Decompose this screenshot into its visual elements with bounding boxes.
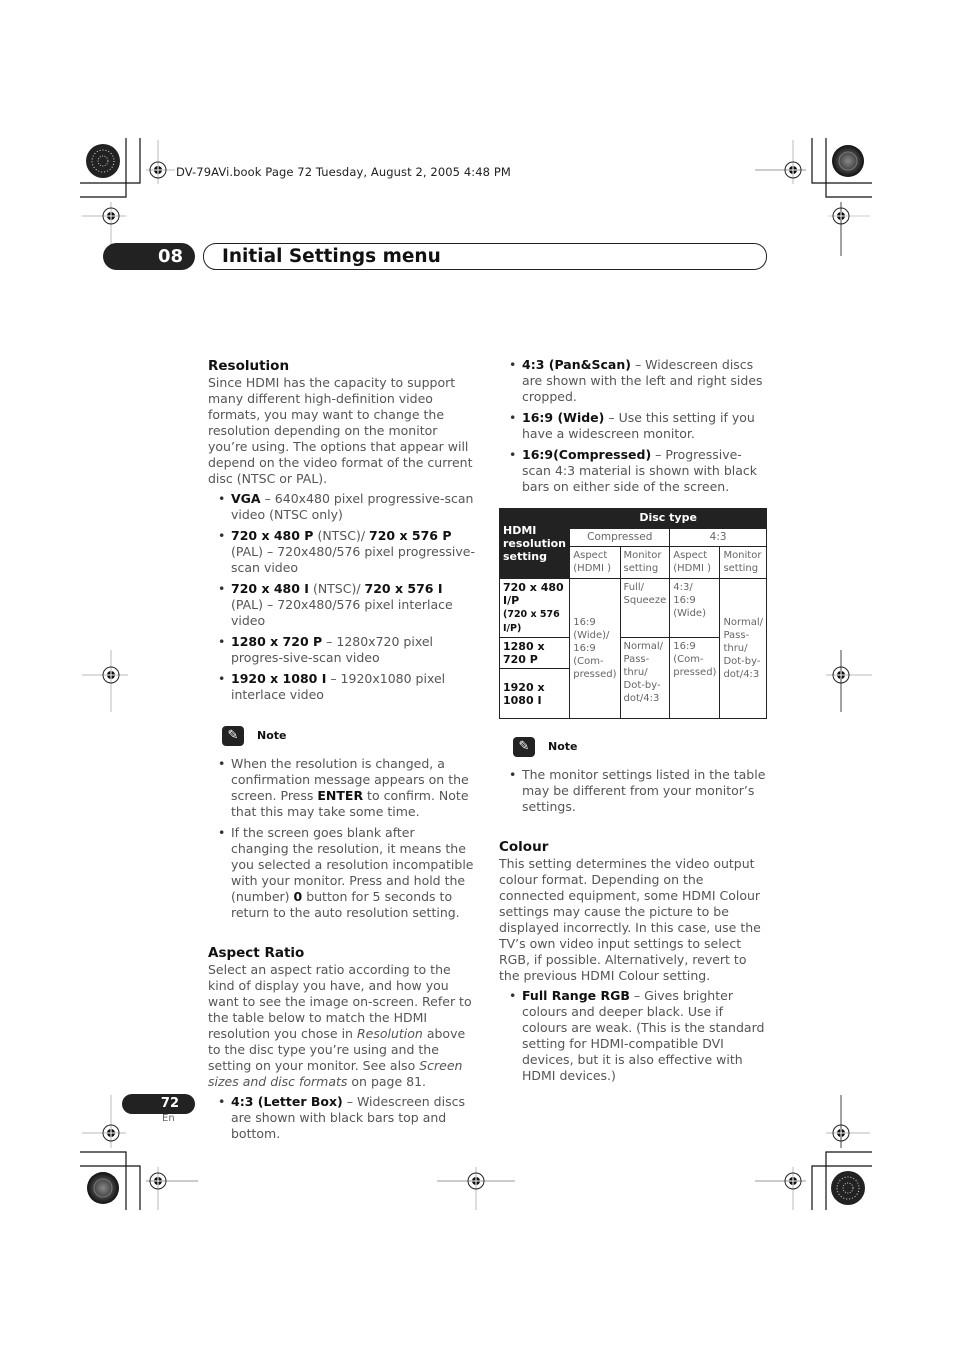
aspect-option: 4:3 (Pan&Scan) – Widescreen discs are sh… bbox=[499, 357, 767, 405]
aspect-ratio-intro: Select an aspect ratio according to the … bbox=[208, 962, 472, 1089]
dial-mark-bottom-left bbox=[87, 1172, 119, 1204]
resolution-heading: Resolution bbox=[208, 358, 290, 374]
resolution-intro: Since HDMI has the capacity to support m… bbox=[208, 375, 473, 486]
crosshair-mark bbox=[826, 1095, 870, 1148]
resolution-option: 720 x 480 I (NTSC)/ 720 x 576 I (PAL) – … bbox=[208, 581, 476, 629]
book-info-line: DV-79AVi.book Page 72 Tuesday, August 2,… bbox=[176, 165, 511, 179]
aspect-option: 4:3 (Letter Box) – Widescreen discs are … bbox=[208, 1094, 476, 1142]
colour-intro: This setting determines the video output… bbox=[499, 856, 761, 983]
table-row-label: 1280 x 720 P bbox=[498, 637, 571, 669]
aspect-ratio-heading: Aspect Ratio bbox=[208, 945, 305, 961]
crosshair-mark bbox=[437, 1167, 515, 1210]
cell-compressed-monitor: Normal/ Pass-thru/ Dot-by-dot/4:3 bbox=[619, 637, 671, 719]
crosshair-mark bbox=[82, 650, 128, 712]
dial-mark-top-right bbox=[832, 145, 864, 177]
subheader-aspect: Aspect (HDMI ) bbox=[569, 546, 621, 579]
crosshair-mark bbox=[755, 1167, 806, 1210]
pencil-note-icon: ✎ bbox=[222, 726, 244, 746]
page-language: En bbox=[162, 1113, 175, 1124]
group-header-compressed: Compressed bbox=[569, 528, 671, 547]
cell-compressed-aspect: 16:9 (Wide)/ 16:9 (Com-pressed) bbox=[569, 578, 621, 719]
subheader-monitor: Monitor setting bbox=[619, 546, 671, 579]
note-header: ✎ Note bbox=[513, 737, 767, 757]
colour-option: Full Range RGB – Gives brighter colours … bbox=[499, 988, 767, 1084]
subheader-monitor: Monitor setting bbox=[719, 546, 767, 579]
crosshair-mark bbox=[82, 1095, 126, 1148]
note-label: Note bbox=[257, 729, 287, 742]
cell-43-monitor: Normal/ Pass-thru/ Dot-by-dot/4:3 bbox=[719, 578, 767, 719]
group-header-4-3: 4:3 bbox=[669, 528, 767, 547]
chapter-number-badge: 08 bbox=[103, 243, 195, 270]
crosshair-mark bbox=[146, 140, 175, 184]
note-item: If the screen goes blank after changing … bbox=[208, 825, 476, 921]
crosshair-mark bbox=[146, 1167, 198, 1210]
left-column: Resolution Since HDMI has the capacity t… bbox=[208, 357, 476, 1147]
resolution-option: 1280 x 720 P – 1280x720 pixel progres-si… bbox=[208, 634, 476, 666]
print-marks bbox=[80, 138, 872, 1210]
crosshair-mark bbox=[755, 140, 806, 184]
table-row-label: 720 x 480 I/P (720 x 576 I/P) bbox=[498, 578, 571, 638]
resolution-options-list: VGA – 640x480 pixel progressive-scan vid… bbox=[208, 491, 476, 703]
note-list: When the resolution is changed, a confir… bbox=[208, 756, 476, 921]
note-item: When the resolution is changed, a confir… bbox=[208, 756, 476, 820]
note-label: Note bbox=[548, 740, 578, 753]
starburst-mark-bottom-right bbox=[831, 1171, 865, 1205]
cell-compressed-monitor: Full/ Squeeze bbox=[619, 578, 671, 638]
note-item: The monitor settings listed in the table… bbox=[499, 767, 767, 815]
starburst-mark-top-left bbox=[86, 144, 120, 178]
crosshair-mark bbox=[826, 650, 872, 712]
page-number-badge: 72 bbox=[122, 1094, 195, 1114]
table-row-label: 1920 x 1080 I bbox=[498, 668, 571, 719]
note-header: ✎ Note bbox=[222, 726, 476, 746]
aspect-option: 16:9 (Wide) – Use this setting if you ha… bbox=[499, 410, 767, 442]
aspect-options-list-continued: 4:3 (Pan&Scan) – Widescreen discs are sh… bbox=[499, 357, 767, 495]
chapter-title: Initial Settings menu bbox=[222, 246, 441, 267]
aspect-settings-table: HDMI resolution setting Disc type Compre… bbox=[498, 508, 767, 719]
resolution-option: 720 x 480 P (NTSC)/ 720 x 576 P (PAL) – … bbox=[208, 528, 476, 576]
aspect-options-list: 4:3 (Letter Box) – Widescreen discs are … bbox=[208, 1094, 476, 1142]
resolution-option: 1920 x 1080 I – 1920x1080 pixel interlac… bbox=[208, 671, 476, 703]
row-header-cell: HDMI resolution setting bbox=[498, 508, 571, 579]
note-list: The monitor settings listed in the table… bbox=[499, 767, 767, 815]
disc-type-header: Disc type bbox=[569, 508, 767, 529]
pencil-note-icon: ✎ bbox=[513, 737, 535, 757]
cell-43-aspect: 16:9 (Com-pressed) bbox=[669, 637, 721, 719]
right-column: 4:3 (Pan&Scan) – Widescreen discs are sh… bbox=[498, 357, 767, 1089]
crosshair-mark bbox=[828, 202, 870, 256]
resolution-option: VGA – 640x480 pixel progressive-scan vid… bbox=[208, 491, 476, 523]
cell-43-aspect: 4:3/ 16:9 (Wide) bbox=[669, 578, 721, 638]
subheader-aspect: Aspect (HDMI ) bbox=[669, 546, 721, 579]
colour-heading: Colour bbox=[499, 839, 549, 855]
aspect-option: 16:9(Compressed) – Progressive-scan 4:3 … bbox=[499, 447, 767, 495]
colour-options-list: Full Range RGB – Gives brighter colours … bbox=[499, 988, 767, 1084]
